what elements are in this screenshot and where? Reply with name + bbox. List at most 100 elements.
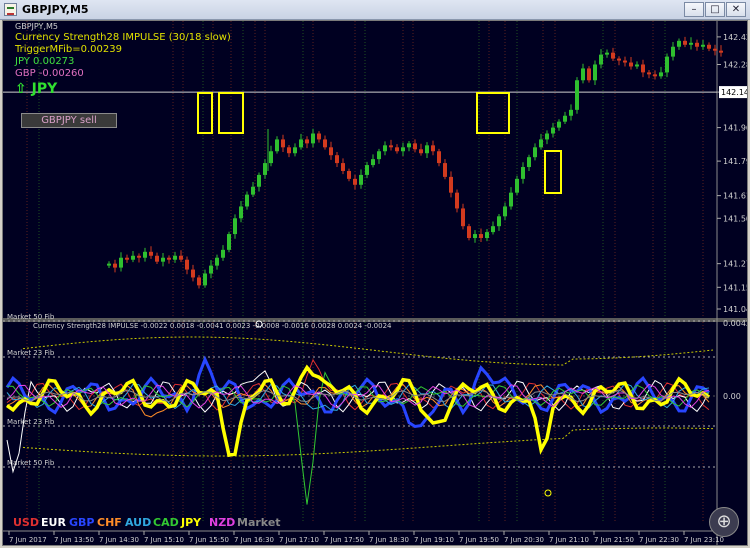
candle-body — [707, 44, 711, 49]
candle-body — [659, 72, 663, 77]
legend-gbp: GBP — [69, 516, 94, 529]
zoom-icon[interactable]: ⊕ — [709, 507, 739, 537]
trigger-value: TriggerMFib=0.00239 — [15, 44, 122, 55]
fib-level-label: Market 50 Fib — [7, 459, 55, 467]
candle-body — [617, 58, 621, 61]
signal-marker — [544, 489, 552, 497]
candle-body — [443, 163, 447, 177]
price-tick-label: 141.790 — [723, 157, 747, 166]
candle-body — [431, 145, 435, 152]
candle-body — [497, 216, 501, 227]
maximize-button[interactable]: □ — [705, 2, 725, 17]
candle-body — [419, 149, 423, 154]
candle-body — [245, 194, 249, 207]
candle-body — [713, 48, 717, 51]
candle-body — [425, 145, 429, 154]
candle-body — [227, 234, 231, 250]
chart-window-icon — [4, 3, 17, 16]
candle-body — [323, 139, 327, 148]
candle-body — [389, 145, 393, 148]
time-tick-label: 7 Jun 15:10 — [144, 536, 184, 544]
candle-body — [641, 64, 645, 73]
candle-body — [197, 277, 201, 286]
candle-body — [305, 139, 309, 144]
candle-body — [299, 139, 303, 148]
candle-body — [161, 257, 165, 262]
candle-body — [623, 60, 627, 63]
candle-body — [209, 265, 213, 274]
candle-body — [341, 163, 345, 171]
time-tick-label: 7 Jun 20:30 — [504, 536, 544, 544]
chart-area[interactable]: 142.420 142.280 142.140 141.960 141.790 141.6… — [2, 20, 748, 546]
candle-body — [119, 257, 123, 268]
price-tick-label: 141.040 — [723, 305, 747, 314]
fib-level-label: Market 23 Fib — [7, 349, 55, 357]
indicator-header: Currency Strength28 IMPULSE -0.0022 0.00… — [33, 322, 392, 330]
candle-body — [509, 192, 513, 207]
candle-body — [281, 139, 285, 148]
candle-body — [701, 44, 705, 47]
legend-market: Market — [237, 516, 281, 529]
candle-body — [407, 143, 411, 148]
time-tick-label: 7 Jun 21:50 — [594, 536, 634, 544]
candle-body — [557, 121, 561, 128]
candle-body — [647, 72, 651, 75]
close-button[interactable]: ✕ — [726, 2, 746, 17]
candle-body — [269, 151, 273, 164]
candle-body — [359, 174, 363, 185]
candle-body — [413, 143, 417, 150]
time-tick-label: 7 Jun 19:50 — [459, 536, 499, 544]
candle-body — [491, 226, 495, 233]
candle-body — [551, 127, 555, 134]
candle-body — [395, 147, 399, 152]
indicator-tick-label: 0.00 — [723, 392, 741, 401]
time-tick-label: 7 Jun 16:30 — [234, 536, 274, 544]
candle-body — [263, 163, 267, 175]
candle-body — [107, 263, 111, 266]
lower-envelope — [22, 427, 714, 457]
arrow-up-icon: ⇧ — [15, 81, 27, 97]
price-tick-label: 142.280 — [723, 60, 747, 69]
gbp-strength-value: GBP -0.00260 — [15, 68, 84, 79]
candle-body — [335, 155, 339, 164]
candle-body — [233, 218, 237, 235]
candle-body — [503, 206, 507, 217]
price-tick-label: 141.150 — [723, 283, 747, 292]
sell-button[interactable]: GBPJPY sell — [21, 113, 117, 128]
time-tick-label: 7 Jun 17:50 — [324, 536, 364, 544]
fib-level-label: Market 50 Fib — [7, 313, 55, 321]
current-price-label: 142.140 — [721, 88, 747, 97]
time-tick-label: 7 Jun 21:10 — [549, 536, 589, 544]
candle-body — [611, 52, 615, 59]
chart-canvas: 142.420 142.280 142.140 141.960 141.790 141.6… — [3, 21, 747, 545]
window-title: GBPJPY,M5 — [22, 3, 89, 16]
candle-body — [287, 147, 291, 154]
candle-body — [113, 263, 117, 268]
candle-body — [167, 257, 171, 260]
candle-body — [581, 68, 585, 81]
candle-body — [587, 68, 591, 81]
candle-body — [317, 133, 321, 140]
price-tick-label: 141.500 — [723, 214, 747, 223]
candle-body — [353, 178, 357, 185]
candle-body — [605, 52, 609, 55]
candle-body — [329, 147, 333, 156]
candle-body — [539, 139, 543, 148]
candle-body — [215, 257, 219, 266]
candle-body — [257, 174, 261, 187]
candle-body — [665, 56, 669, 73]
candle-body — [239, 206, 243, 219]
candle-body — [485, 232, 489, 239]
time-tick-label: 7 Jun 23:10 — [684, 536, 724, 544]
legend-nzd: NZD — [209, 516, 235, 529]
candle-body — [599, 54, 603, 65]
legend-usd: USD — [13, 516, 39, 529]
candle-body — [575, 80, 579, 110]
minimize-button[interactable]: – — [684, 2, 704, 17]
time-tick-label: 7 Jun 22:30 — [639, 536, 679, 544]
candle-body — [515, 178, 519, 193]
time-tick-label: 7 Jun 13:50 — [54, 536, 94, 544]
candle-body — [593, 64, 597, 81]
candle-body — [635, 64, 639, 67]
candle-body — [347, 170, 351, 179]
